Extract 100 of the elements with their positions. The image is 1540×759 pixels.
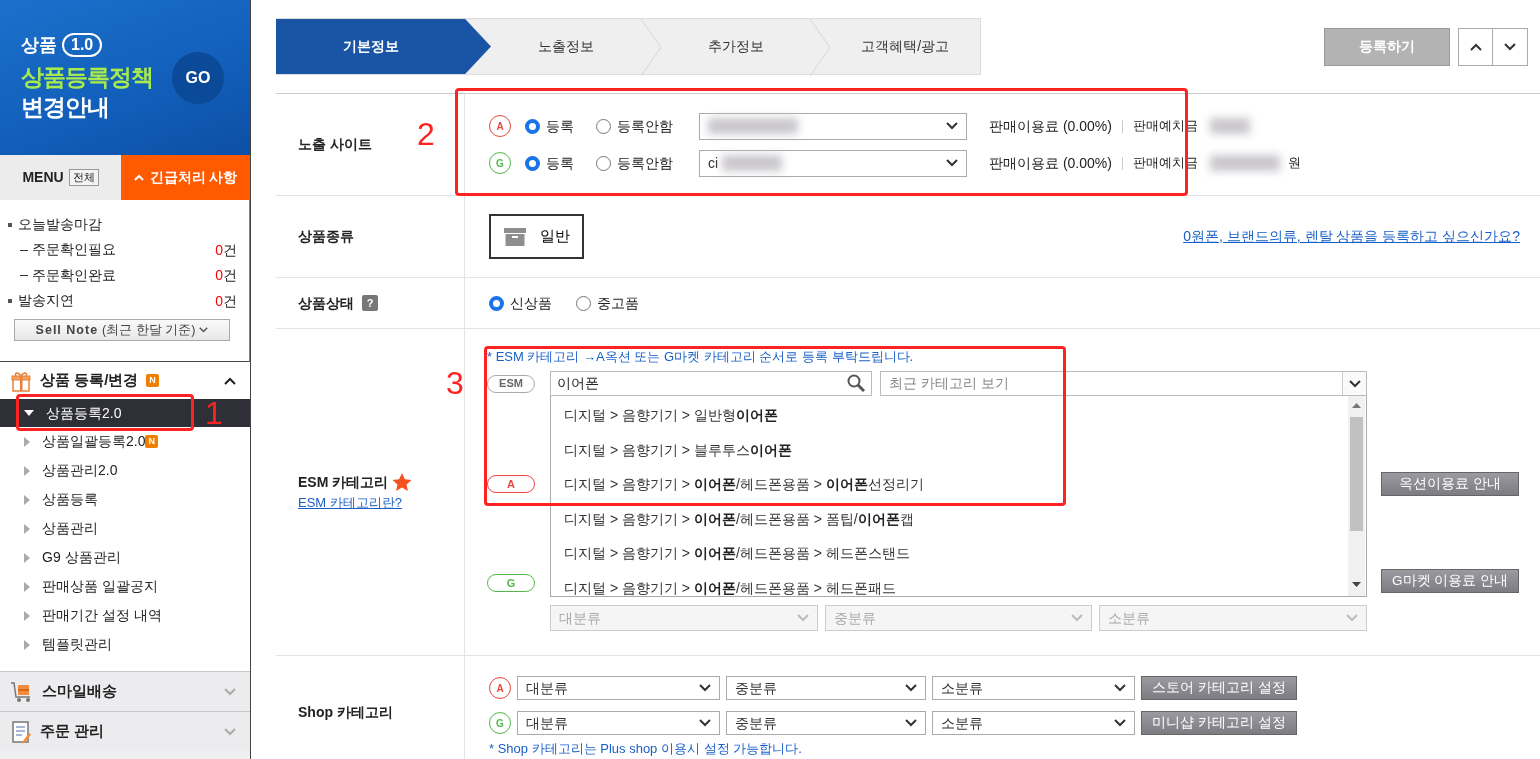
chevron-down-icon <box>946 159 958 167</box>
fee-text: 판매이용료 (0.00%) <box>989 153 1112 173</box>
dropdown[interactable]: 대분류 <box>517 676 720 700</box>
radio-option[interactable]: 신상품 <box>489 292 552 314</box>
dropdown[interactable]: 중분류 <box>726 711 926 735</box>
chevron-down-icon <box>1504 42 1516 51</box>
menu-item[interactable]: 템플릿관리 <box>0 630 250 659</box>
menu-item[interactable]: 상품관리2.0 <box>0 456 250 485</box>
chevron-down-icon <box>699 719 711 727</box>
radio-option[interactable]: 등록 <box>525 115 574 137</box>
market-badge: A <box>489 115 511 137</box>
step-tab[interactable]: 고객혜택/광고 <box>830 19 980 74</box>
dropdown[interactable]: 중분류 <box>726 676 926 700</box>
triangle-right-icon <box>24 436 30 447</box>
menu-section-header[interactable]: 주문 관리 <box>0 711 250 751</box>
help-link[interactable]: ESM 카테고리란? <box>298 492 402 513</box>
suggestion-item[interactable]: 디지털 > 음향기기 > 이어폰/헤드폰용품 > 헤드폰패드 <box>551 570 1348 605</box>
triangle-right-icon <box>24 581 30 592</box>
triangle-right-icon <box>24 465 30 476</box>
notepad-icon <box>10 719 32 744</box>
section-title: 주문 관리 <box>40 721 105 742</box>
account-select[interactable]: ci <box>699 149 967 177</box>
box-icon <box>503 227 526 246</box>
bullet-icon <box>8 222 12 227</box>
chevron-down-icon <box>796 614 809 622</box>
status-label: 발송지연 <box>18 292 74 311</box>
step-tab[interactable]: 기본정보 <box>276 19 491 74</box>
blurred-area <box>1209 155 1280 171</box>
status-label: 주문확인완료 <box>32 266 116 285</box>
chevron-down-icon <box>224 727 236 736</box>
order-count: 0건 <box>215 240 237 260</box>
menu-tab[interactable]: MENU 전체 <box>0 155 121 200</box>
chevron-down-icon <box>946 122 958 130</box>
caret-up-icon <box>133 174 144 181</box>
suggestion-item[interactable]: 디지털 > 음향기기 > 이어폰/헤드폰용품 > 헤드폰스탠드 <box>551 536 1348 571</box>
market-badge: G <box>489 712 511 734</box>
sell-note-button[interactable]: Sell Note (최근 한달 기준) <box>14 319 230 341</box>
menu-section-header[interactable]: 상품 등록/변경 N <box>0 362 250 399</box>
suggestion-item[interactable]: 디지털 > 음향기기 > 이어폰/헤드폰용품 > 폼팁/이어폰캡 <box>551 501 1348 536</box>
status-label: 오늘발송마감 <box>18 215 102 234</box>
help-link[interactable]: 0원폰, 브랜드의류, 렌탈 상품을 등록하고 싶으신가요? <box>1183 226 1520 247</box>
section-title: 스마일배송 <box>42 681 117 702</box>
radio-option[interactable]: 등록 <box>525 152 574 174</box>
step-tab[interactable]: 노출정보 <box>491 19 641 74</box>
search-icon <box>847 374 865 392</box>
menu-section-header[interactable]: 스마일배송 <box>0 671 250 711</box>
new-badge: N <box>146 374 159 387</box>
chevron-down-icon <box>199 326 209 334</box>
chevron-up-icon <box>1469 42 1482 51</box>
order-count: 0건 <box>215 266 237 286</box>
radio-option[interactable]: 등록안함 <box>596 115 673 137</box>
go-button[interactable]: GO <box>172 51 224 104</box>
instruction-text: * ESM 카테고리 →A옥션 또는 G마켓 카테고리 순서로 등록 부탁드립니다. <box>487 348 915 366</box>
triangle-right-icon <box>24 552 30 563</box>
status-label: 주문확인필요 <box>32 241 116 260</box>
product-type-button[interactable]: 일반 <box>489 214 584 259</box>
chevron-down-icon <box>1071 614 1084 622</box>
chevron-up-icon <box>224 376 236 385</box>
menu-item[interactable]: 판매기간 설정 내역 <box>0 601 250 630</box>
menu-title: MENU <box>22 168 64 187</box>
radio-option[interactable]: 중고품 <box>576 292 639 314</box>
triangle-right-icon <box>24 494 30 505</box>
chevron-down-icon <box>905 684 917 692</box>
help-icon[interactable]: ? <box>362 295 378 311</box>
blurred-area <box>1209 118 1250 134</box>
fee-info-button[interactable]: 옥션이용료 안내 <box>1381 472 1519 496</box>
order-count: 0건 <box>215 291 237 311</box>
search-field[interactable]: 이어폰 <box>550 371 872 396</box>
menu-item[interactable]: 상품등록 <box>0 485 250 514</box>
scroll-up-button[interactable] <box>1458 27 1493 66</box>
scroll-down-button[interactable] <box>1493 27 1528 66</box>
recent-category-select[interactable]: 최근 카테고리 보기 <box>880 371 1367 396</box>
dropdown[interactable]: 소분류 <box>932 711 1135 735</box>
new-badge: N <box>145 435 158 448</box>
step-tab[interactable]: 추가정보 <box>660 19 811 74</box>
instruction-text: * Shop 카테고리는 Plus shop 이용시 설정 가능합니다. <box>489 741 803 756</box>
chevron-down-icon <box>1114 719 1126 727</box>
fee-text: 판매이용료 (0.00%) <box>989 116 1112 136</box>
dropdown[interactable]: 소분류 <box>932 676 1135 700</box>
view-all-button[interactable]: 전체 <box>68 169 99 186</box>
field-label: 상품상태 <box>298 293 354 313</box>
menu-item[interactable]: G9 상품관리 <box>0 543 250 572</box>
radio-option[interactable]: 등록안함 <box>596 152 673 174</box>
version-badge: 1.0 <box>62 32 103 57</box>
suggestion-item[interactable]: 디지털 > 음향기기 > 이어폰/헤드폰용품 > 이어폰선정리기 <box>551 467 1348 502</box>
gift-icon <box>10 369 32 392</box>
menu-item[interactable]: 상품관리 <box>0 514 250 543</box>
chevron-down-icon <box>905 719 917 727</box>
blurred-area <box>722 155 783 171</box>
dash-icon <box>20 275 28 277</box>
suggestion-item[interactable]: 디지털 > 음향기기 > 블루투스이어폰 <box>551 432 1348 467</box>
chevron-down-icon <box>224 687 236 696</box>
star-icon <box>392 472 413 492</box>
market-badge: A <box>487 475 535 493</box>
menu-item[interactable]: 상품일괄등록2.0 N <box>0 427 250 456</box>
dropdown[interactable]: 대분류 <box>517 711 720 735</box>
triangle-down-icon <box>24 410 34 416</box>
chevron-down-icon <box>1348 379 1361 388</box>
suggestion-item[interactable]: 디지털 > 음향기기 > 일반형이어폰 <box>551 398 1348 433</box>
menu-item[interactable]: 판매상품 일괄공지 <box>0 572 250 601</box>
